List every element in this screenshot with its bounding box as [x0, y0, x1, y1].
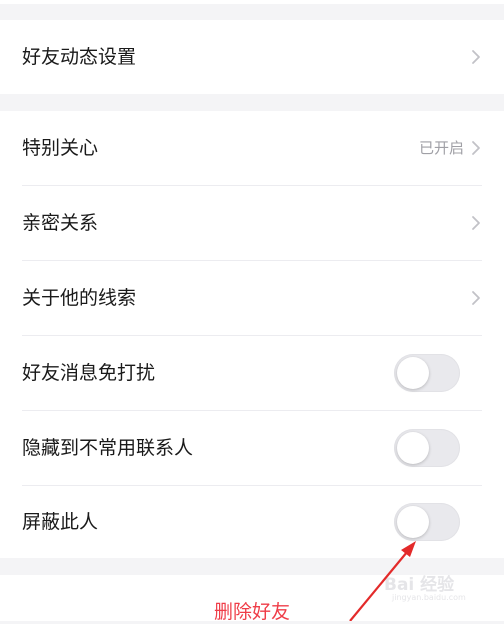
top-strip — [0, 0, 504, 4]
chevron-right-icon — [472, 50, 480, 64]
hide-to-infrequent-row: 隐藏到不常用联系人 — [0, 411, 504, 485]
chevron-right-icon — [472, 216, 480, 230]
toggle-knob — [397, 357, 429, 389]
clues-about-him-row[interactable]: 关于他的线索 — [0, 261, 504, 335]
hide-to-infrequent-label: 隐藏到不常用联系人 — [22, 437, 194, 459]
special-care-status: 已开启 — [418, 139, 464, 157]
section-friend-feed: 好友动态设置 — [0, 20, 504, 94]
block-this-person-row: 屏蔽此人 — [0, 486, 504, 558]
watermark-text: Bai 经验 — [384, 575, 455, 595]
block-this-person-label: 屏蔽此人 — [22, 511, 99, 533]
special-care-label: 特别关心 — [22, 137, 99, 159]
chevron-right-icon — [472, 291, 480, 305]
toggle-knob — [397, 432, 429, 464]
chevron-right-icon — [472, 141, 480, 155]
watermark-url: jingyan.baidu.com — [392, 593, 466, 602]
hide-to-infrequent-toggle[interactable] — [394, 429, 460, 467]
baidu-jingyan-watermark: Bai 经验 jingyan.baidu.com — [384, 566, 500, 610]
special-care-row[interactable]: 特别关心 已开启 — [0, 111, 504, 185]
friend-feed-settings-row[interactable]: 好友动态设置 — [0, 20, 504, 94]
clues-about-him-label: 关于他的线索 — [22, 287, 137, 309]
section-friend-settings: 特别关心 已开启 亲密关系 关于他的线索 好友消息免打扰 隐藏到不常用联系人 屏… — [0, 111, 504, 558]
do-not-disturb-label: 好友消息免打扰 — [22, 362, 156, 384]
do-not-disturb-row: 好友消息免打扰 — [0, 336, 504, 410]
intimate-relationship-label: 亲密关系 — [22, 212, 99, 234]
friend-feed-settings-label: 好友动态设置 — [22, 46, 137, 68]
toggle-knob — [397, 506, 429, 538]
do-not-disturb-toggle[interactable] — [394, 354, 460, 392]
intimate-relationship-row[interactable]: 亲密关系 — [0, 186, 504, 260]
block-this-person-toggle[interactable] — [394, 503, 460, 541]
